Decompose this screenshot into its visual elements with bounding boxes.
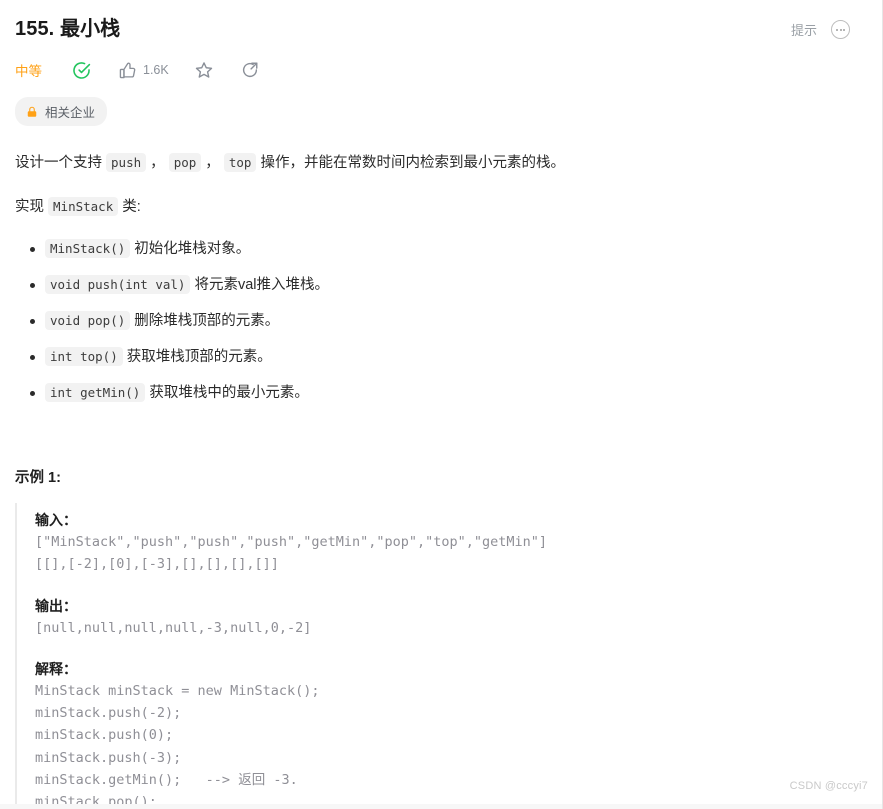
related-companies-label: 相关企业 [45, 106, 96, 120]
desc-prefix: 设计一个支持 [15, 155, 107, 171]
code-top: top [223, 153, 257, 172]
like-count: 1.6K [143, 63, 169, 77]
method-signature: int top() [45, 347, 123, 366]
lock-icon [27, 106, 37, 117]
explanation-line: MinStack minStack = new MinStack(); [35, 682, 320, 699]
method-description: 获取堆栈顶部的元素。 [122, 349, 272, 365]
problem-page: 155. 最小栈 提示 中等 1.6K 相关企业 设计一个支持 push ， p… [0, 0, 883, 809]
example-title: 示例 1: [15, 470, 61, 486]
method-description: 初始化堆栈对象。 [130, 241, 251, 257]
watermark: CSDN @cccyi7 [789, 780, 868, 792]
header-actions: 提示 [791, 14, 860, 39]
description-line-1: 设计一个支持 push ， pop ， top 操作，并能在常数时间内检索到最小… [15, 152, 860, 174]
impl-prefix: 实现 [15, 199, 49, 215]
explanation-line: minStack.push(-3); [35, 749, 182, 766]
thumbs-up-button[interactable]: 1.6K [119, 62, 169, 79]
share-icon[interactable] [241, 61, 259, 79]
list-item: void pop() 删除堆栈顶部的元素。 [15, 310, 860, 332]
list-item: MinStack() 初始化堆栈对象。 [15, 238, 860, 260]
desc-sep-1: ， [146, 155, 169, 171]
example-block: 输入： ["MinStack","push","push","push","ge… [15, 503, 860, 809]
page-title: 155. 最小栈 [15, 18, 121, 40]
problem-content: 155. 最小栈 提示 中等 1.6K 相关企业 设计一个支持 push ， p… [0, 0, 882, 809]
list-item: void push(int val) 将元素val推入堆栈。 [15, 274, 860, 296]
method-description: 获取堆栈中的最小元素。 [145, 385, 309, 401]
badge-row: 相关企业 [15, 97, 860, 126]
output-line: [null,null,null,null,-3,null,0,-2] [35, 619, 312, 636]
method-description: 将元素val推入堆栈。 [190, 277, 330, 293]
more-horizontal-icon[interactable] [831, 20, 850, 39]
description-line-2: 实现 MinStack 类: [15, 196, 860, 218]
header: 155. 最小栈 提示 [15, 14, 860, 44]
explanation-line: minStack.getMin(); --> 返回 -3. [35, 772, 298, 789]
input-line: ["MinStack","push","push","push","getMin… [35, 534, 548, 550]
code-pop: pop [168, 153, 202, 172]
check-circle-icon[interactable] [72, 61, 91, 80]
code-minstack: MinStack [48, 197, 119, 216]
explanation-line: minStack.push(0); [35, 727, 174, 744]
explanation-label: 解释： [35, 660, 77, 677]
problem-meta: 中等 1.6K [15, 57, 860, 83]
method-list: MinStack() 初始化堆栈对象。 void push(int val) 将… [15, 238, 860, 404]
related-companies-badge[interactable]: 相关企业 [15, 97, 108, 126]
method-signature: void push(int val) [45, 275, 191, 294]
desc-sep-2: ， [201, 155, 224, 171]
code-push: push [106, 153, 147, 172]
thumbs-up-icon [119, 62, 136, 78]
hint-button[interactable]: 提示 [791, 20, 817, 39]
method-signature: int getMin() [45, 383, 146, 402]
impl-suffix: 类: [118, 199, 141, 215]
difficulty-badge: 中等 [15, 64, 42, 79]
method-signature: MinStack() [45, 239, 131, 258]
method-signature: void pop() [45, 311, 131, 330]
explanation-line: minStack.push(-2); [35, 705, 182, 722]
list-item: int getMin() 获取堆栈中的最小元素。 [15, 382, 860, 404]
input-label: 输入： [35, 512, 77, 528]
method-description: 删除堆栈顶部的元素。 [130, 313, 280, 329]
output-label: 输出： [35, 597, 77, 614]
bottom-strip [0, 804, 882, 809]
star-outline-icon[interactable] [195, 61, 213, 79]
input-line: [[],[-2],[0],[-3],[],[],[],[]] [35, 556, 279, 573]
list-item: int top() 获取堆栈顶部的元素。 [15, 346, 860, 368]
desc-suffix: 操作，并能在常数时间内检索到最小元素的栈。 [256, 155, 565, 171]
